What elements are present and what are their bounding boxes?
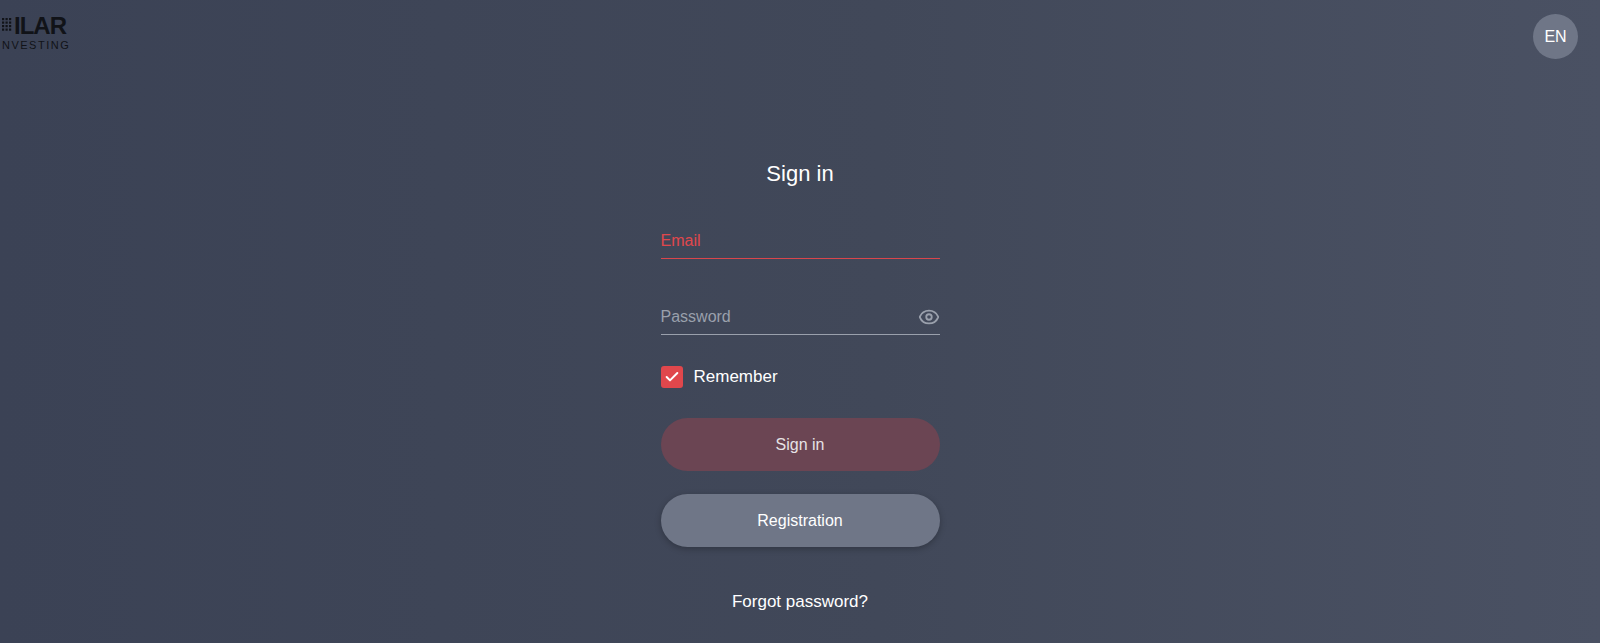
logo-dots-icon [2,18,13,32]
eye-icon[interactable] [918,306,940,328]
checkbox-box[interactable] [661,366,683,388]
remember-checkbox[interactable]: Remember [661,365,940,389]
field-label: Email [661,229,701,253]
logo-tagline: NVESTING [2,38,70,52]
header: ILARNVESTING EN [0,0,1600,62]
sign-in-page: ILARNVESTING EN Sign in Email Password Rememb… [0,0,1600,643]
sign-in-button[interactable]: Sign in [661,418,940,471]
registration-button[interactable]: Registration [661,494,940,547]
remember-label: Remember [694,365,778,389]
password-field[interactable]: Password [661,305,940,335]
email-field[interactable]: Email [661,229,940,259]
language-button[interactable]: EN [1533,14,1578,59]
main: Sign in Email Password Remember Sign in Regis… [0,62,1600,614]
check-icon [664,369,680,385]
logo-mark: ILAR [14,14,66,38]
form-title: Sign in [766,160,833,188]
logo[interactable]: ILARNVESTING [2,14,70,52]
forgot-password-link[interactable]: Forgot password? [732,590,868,614]
sign-in-form: Sign in Email Password Remember Sign in Regis… [661,160,940,614]
field-label: Password [661,305,731,329]
